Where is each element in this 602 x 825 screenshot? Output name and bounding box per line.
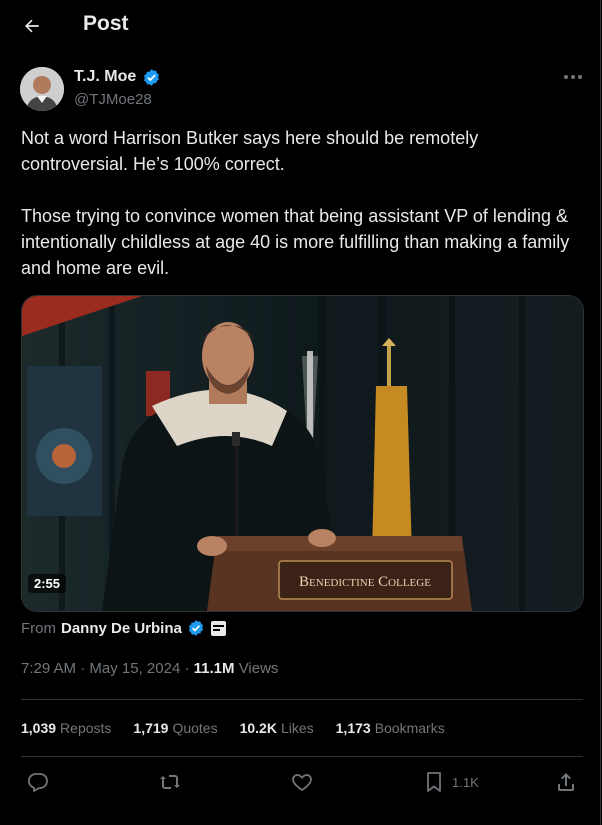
bookmarks-stat[interactable]: 1,173 Bookmarks [336, 720, 445, 736]
back-button[interactable] [18, 12, 46, 40]
author-handle[interactable]: @TJMoe28 [74, 91, 152, 108]
arrow-left-icon [25, 19, 39, 33]
post-page: Post T.J. Moe @TJMoe28 Not a word Harris… [0, 0, 601, 825]
tweet-text: Not a word Harrison Butker says here sho… [21, 128, 570, 278]
affiliate-badge-icon [210, 620, 226, 636]
ellipsis-icon [564, 75, 582, 79]
from-name[interactable]: Danny De Urbina [61, 620, 182, 637]
video-player[interactable]: Benedictine College [21, 295, 584, 612]
bookmark-count: 1.1K [452, 774, 479, 790]
bookmark-icon [427, 772, 441, 792]
verified-badge-icon [144, 69, 159, 86]
author-name[interactable]: T.J. Moe [74, 68, 136, 86]
from-attribution: From Danny De Urbina [21, 619, 226, 637]
reposts-stat[interactable]: 1,039 Reposts [21, 720, 111, 736]
separator-dot: · [80, 660, 90, 677]
from-label: From [21, 619, 56, 637]
video-duration: 2:55 [28, 574, 67, 593]
bookmark-button[interactable]: 1.1K [422, 770, 479, 794]
share-icon [558, 773, 574, 791]
engagement-stats: 1,039 Reposts 1,719 Quotes 10.2K Likes 1,17… [21, 720, 445, 736]
page-title: Post [83, 12, 129, 35]
quotes-stat[interactable]: 1,719 Quotes [133, 720, 217, 736]
share-button[interactable] [554, 770, 578, 794]
action-bar: 1.1K [21, 770, 583, 800]
like-button[interactable] [290, 770, 314, 794]
views-label: Views [238, 660, 279, 677]
more-options-button[interactable] [562, 70, 584, 84]
timestamp-line: 7:29 AM · May 15, 2024 · 11.1M Views [21, 660, 278, 677]
top-bar: Post [0, 0, 600, 52]
divider [21, 756, 583, 757]
views-count: 11.1M [193, 660, 235, 677]
divider [21, 699, 583, 700]
author-avatar[interactable] [20, 67, 64, 111]
separator-dot: · [184, 660, 194, 677]
post-date[interactable]: May 15, 2024 [89, 660, 180, 677]
verified-badge-icon [188, 620, 203, 636]
reply-icon [27, 773, 48, 792]
video-thumbnail: Benedictine College [22, 296, 583, 611]
repost-button[interactable] [158, 770, 182, 794]
heart-icon [292, 774, 312, 792]
reply-button[interactable] [26, 770, 50, 794]
post-time[interactable]: 7:29 AM [21, 660, 76, 677]
podium-sign-text: Benedictine College [299, 574, 431, 590]
likes-stat[interactable]: 10.2K Likes [240, 720, 314, 736]
repost-icon [160, 775, 180, 789]
